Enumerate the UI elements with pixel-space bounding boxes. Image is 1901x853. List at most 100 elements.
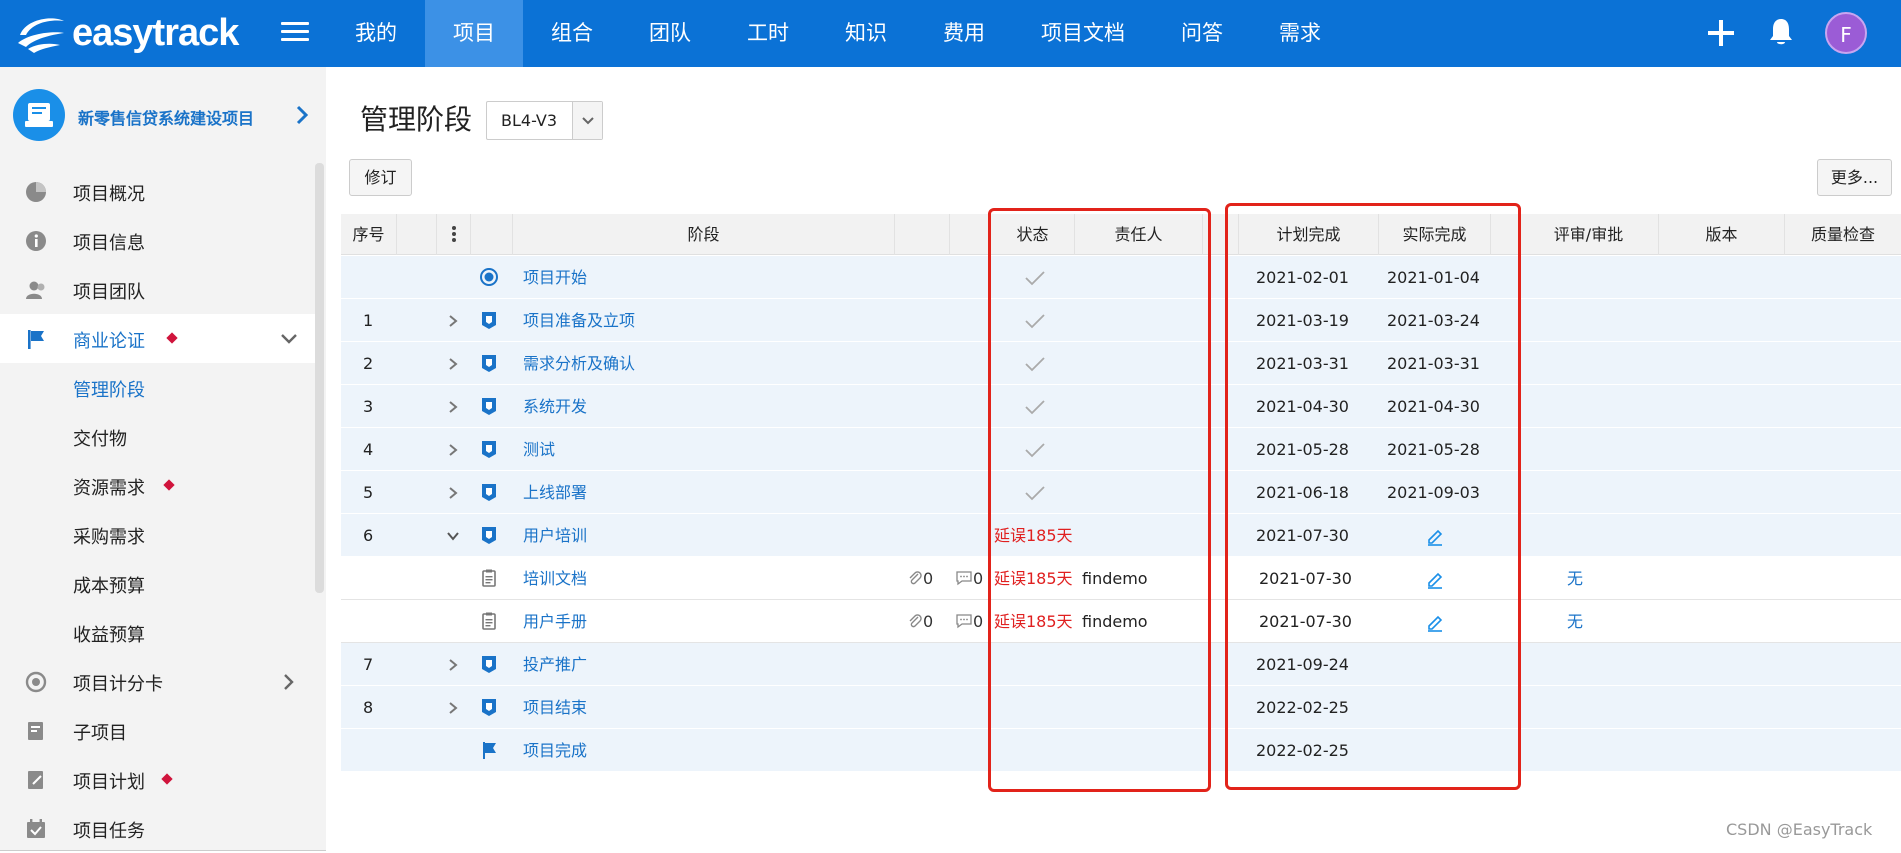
stage-icon bbox=[482, 656, 496, 673]
table-row[interactable]: 项目开始 2021-02-01 2021-01-04 bbox=[341, 256, 1901, 299]
sidebar-item-label: 商业论证 bbox=[73, 331, 145, 352]
menu-toggle-icon[interactable] bbox=[281, 22, 309, 44]
completed-check-icon bbox=[1025, 400, 1045, 415]
sidebar-subitem-3[interactable]: 采购需求 bbox=[0, 510, 315, 559]
logo-text: easytrack bbox=[72, 11, 239, 54]
planned-date: 2022-02-25 bbox=[1256, 741, 1349, 760]
table-row[interactable]: 8 项目结束 2022-02-25 bbox=[341, 686, 1901, 729]
nav-item-2[interactable]: 组合 bbox=[523, 0, 621, 67]
expand-chevron-right-icon[interactable] bbox=[446, 400, 460, 414]
chevron-right-icon bbox=[284, 674, 294, 690]
sidebar-subitem-0[interactable]: 管理阶段 bbox=[0, 363, 315, 412]
stage-name-link[interactable]: 项目开始 bbox=[523, 256, 587, 299]
sidebar-item-0[interactable]: 项目概况 bbox=[0, 167, 315, 216]
header-actual: 实际完成 bbox=[1379, 214, 1491, 255]
sidebar-subitem-5[interactable]: 收益预算 bbox=[0, 608, 315, 657]
table-row[interactable]: 用户手册 0 0 延误185天 findemo 2021-07-30 无 bbox=[341, 600, 1901, 643]
comment-icon bbox=[956, 614, 972, 629]
table-row[interactable]: 7 投产推广 2021-09-24 bbox=[341, 643, 1901, 686]
status-delay-text: 延误185天 bbox=[994, 612, 1073, 631]
stage-name-link[interactable]: 用户手册 bbox=[523, 600, 587, 643]
expand-chevron-right-icon[interactable] bbox=[446, 314, 460, 328]
row-number: 7 bbox=[363, 655, 374, 674]
nav-item-1[interactable]: 项目 bbox=[425, 0, 523, 67]
nav-item-7[interactable]: 项目文档 bbox=[1013, 0, 1153, 67]
sidebar-item-7[interactable]: 项目任务 bbox=[0, 804, 315, 853]
table-row[interactable]: 4 测试 2021-05-28 2021-05-28 bbox=[341, 428, 1901, 471]
completed-check-icon bbox=[1025, 314, 1045, 329]
nav-item-9[interactable]: 需求 bbox=[1251, 0, 1349, 67]
review-link[interactable]: 无 bbox=[1567, 557, 1583, 600]
add-icon[interactable] bbox=[1707, 19, 1735, 47]
table-row[interactable]: 2 需求分析及确认 2021-03-31 2021-03-31 bbox=[341, 342, 1901, 385]
user-avatar[interactable]: F bbox=[1825, 12, 1867, 54]
attachment-count[interactable]: 0 bbox=[907, 600, 933, 643]
stage-name-link[interactable]: 用户培训 bbox=[523, 514, 587, 557]
row-number: 4 bbox=[363, 440, 374, 459]
stage-name-link[interactable]: 测试 bbox=[523, 428, 555, 471]
sidebar-item-4[interactable]: 项目计分卡 bbox=[0, 657, 315, 706]
sidebar-item-3[interactable]: 商业论证 bbox=[0, 314, 315, 363]
easytrack-logo[interactable]: easytrack bbox=[16, 10, 239, 56]
comment-count[interactable]: 0 bbox=[955, 557, 983, 600]
expand-chevron-right-icon[interactable] bbox=[446, 443, 460, 457]
table-row[interactable]: 6 用户培训 延误185天 2021-07-30 bbox=[341, 514, 1901, 557]
revise-button[interactable]: 修订 bbox=[349, 159, 412, 196]
planned-date: 2021-07-30 bbox=[1259, 612, 1352, 631]
stage-name-link[interactable]: 投产推广 bbox=[523, 643, 587, 686]
expand-chevron-right-icon[interactable] bbox=[446, 658, 460, 672]
sidebar: 新零售信贷系统建设项目 项目概况项目信息 项目团队商业论证管理阶段 交付物 资源需求采… bbox=[0, 67, 326, 851]
nav-item-4[interactable]: 工时 bbox=[719, 0, 817, 67]
sidebar-subitem-2[interactable]: 资源需求 bbox=[0, 461, 315, 510]
actual-date: 2021-03-31 bbox=[1387, 354, 1480, 373]
sidebar-scrollbar[interactable] bbox=[315, 163, 324, 593]
comment-count[interactable]: 0 bbox=[955, 600, 983, 643]
sidebar-item-5[interactable]: 子项目 bbox=[0, 706, 315, 755]
sidebar-item-label: 项目计分卡 bbox=[73, 674, 163, 695]
nav-item-8[interactable]: 问答 bbox=[1153, 0, 1251, 67]
stage-name-link[interactable]: 项目完成 bbox=[523, 729, 587, 772]
stage-name-link[interactable]: 系统开发 bbox=[523, 385, 587, 428]
expand-chevron-right-icon[interactable] bbox=[446, 486, 460, 500]
project-icon bbox=[13, 89, 65, 141]
sidebar-item-1[interactable]: 项目信息 bbox=[0, 216, 315, 265]
sidebar-subitem-4[interactable]: 成本预算 bbox=[0, 559, 315, 608]
project-switcher[interactable]: 新零售信贷系统建设项目 bbox=[0, 67, 326, 167]
column-menu-icon[interactable] bbox=[437, 214, 471, 255]
sidebar-item-label: 项目概况 bbox=[73, 184, 145, 205]
edit-pencil-icon[interactable] bbox=[1425, 526, 1445, 546]
nav-item-6[interactable]: 费用 bbox=[915, 0, 1013, 67]
expand-chevron-right-icon[interactable] bbox=[446, 701, 460, 715]
notification-bell-icon[interactable] bbox=[1767, 17, 1795, 47]
sidebar-subitem-1[interactable]: 交付物 bbox=[0, 412, 315, 461]
collapse-chevron-down-icon[interactable] bbox=[446, 529, 460, 543]
table-row[interactable]: 3 系统开发 2021-04-30 2021-04-30 bbox=[341, 385, 1901, 428]
nav-item-3[interactable]: 团队 bbox=[621, 0, 719, 67]
version-select[interactable]: BL4-V3 bbox=[486, 101, 603, 140]
stage-name-link[interactable]: 上线部署 bbox=[523, 471, 587, 514]
stage-name-link[interactable]: 培训文档 bbox=[523, 557, 587, 600]
table-row[interactable]: 培训文档 0 0 延误185天 findemo 2021-07-30 无 bbox=[341, 557, 1901, 600]
planned-date: 2022-02-25 bbox=[1256, 698, 1349, 717]
attachment-count[interactable]: 0 bbox=[907, 557, 933, 600]
watermark: CSDN @EasyTrack bbox=[1726, 820, 1873, 839]
edit-pencil-icon[interactable] bbox=[1425, 569, 1445, 589]
table-row[interactable]: 1 项目准备及立项 2021-03-19 2021-03-24 bbox=[341, 299, 1901, 342]
expand-chevron-right-icon[interactable] bbox=[446, 357, 460, 371]
stage-name-link[interactable]: 项目结束 bbox=[523, 686, 587, 729]
planned-date: 2021-03-31 bbox=[1256, 354, 1349, 373]
stage-name-link[interactable]: 需求分析及确认 bbox=[523, 342, 635, 385]
info-icon bbox=[26, 231, 46, 251]
header-blank bbox=[397, 214, 437, 255]
review-link[interactable]: 无 bbox=[1567, 600, 1583, 643]
more-button[interactable]: 更多... bbox=[1817, 159, 1892, 196]
stage-name-link[interactable]: 项目准备及立项 bbox=[523, 299, 635, 342]
edit-pencil-icon[interactable] bbox=[1425, 612, 1445, 632]
sidebar-item-6[interactable]: 项目计划 bbox=[0, 755, 315, 804]
table-row[interactable]: 项目完成 2022-02-25 bbox=[341, 729, 1901, 772]
planned-date: 2021-07-30 bbox=[1256, 526, 1349, 545]
sidebar-item-2[interactable]: 项目团队 bbox=[0, 265, 315, 314]
nav-item-0[interactable]: 我的 bbox=[327, 0, 425, 67]
table-row[interactable]: 5 上线部署 2021-06-18 2021-09-03 bbox=[341, 471, 1901, 514]
nav-item-5[interactable]: 知识 bbox=[817, 0, 915, 67]
